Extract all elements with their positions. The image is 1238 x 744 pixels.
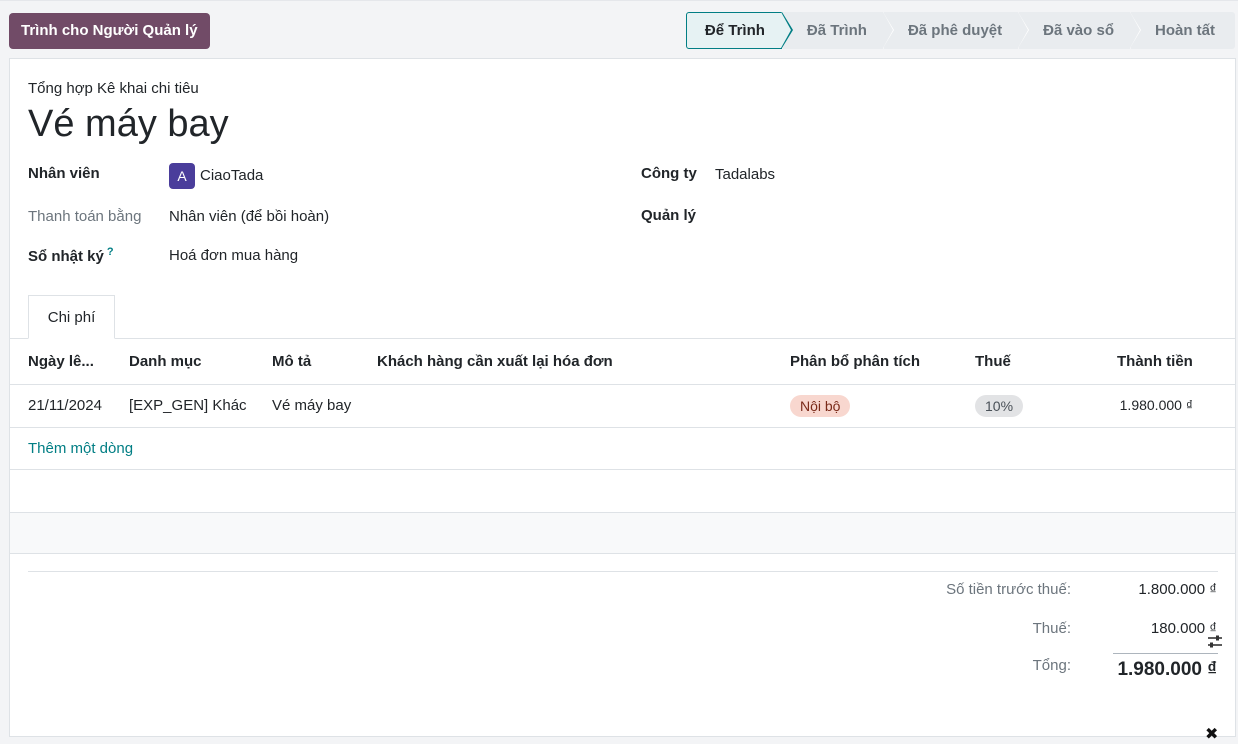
column-category[interactable]: Danh mục xyxy=(129,353,202,370)
total-amount-label: Tổng: xyxy=(1032,657,1071,674)
row-description: Vé máy bay xyxy=(272,397,352,414)
journal-label: Sổ nhật ký? xyxy=(28,246,114,265)
stage-done[interactable]: Hoàn tất xyxy=(1131,12,1235,49)
row-amount: 1.980.000 ₫ xyxy=(1119,397,1193,413)
help-icon[interactable]: ? xyxy=(107,246,114,258)
stage-approved[interactable]: Đã phê duyệt xyxy=(883,12,1030,49)
total-amount-value: 1.980.000 ₫ xyxy=(1117,659,1217,680)
empty-table-row xyxy=(10,512,1235,554)
column-customer[interactable]: Khách hàng cần xuất lại hóa đơn xyxy=(377,353,613,370)
tax-badge: 10% xyxy=(975,395,1024,417)
stage-submitted[interactable]: Đã Trình xyxy=(782,12,894,49)
total-divider xyxy=(1113,653,1218,654)
row-category: [EXP_GEN] Khác xyxy=(129,397,247,414)
analytic-tag-badge: Nội bộ xyxy=(790,395,851,417)
submit-to-manager-button[interactable]: Trình cho Người Quản lý xyxy=(9,13,210,49)
column-analytic[interactable]: Phân bổ phân tích xyxy=(790,353,920,370)
employee-label: Nhân viên xyxy=(28,165,100,182)
avatar: A xyxy=(169,163,195,189)
tax-amount-value: 180.000 ₫ xyxy=(1150,620,1217,637)
untaxed-amount-value: 1.800.000 ₫ xyxy=(1138,581,1217,598)
column-tax[interactable]: Thuế xyxy=(975,353,1011,370)
table-divider xyxy=(10,469,1235,470)
tab-expenses[interactable]: Chi phí xyxy=(28,295,115,339)
company-label: Công ty xyxy=(641,165,697,182)
column-description[interactable]: Mô tả xyxy=(272,353,311,370)
page-title[interactable]: Vé máy bay xyxy=(28,103,229,146)
tax-amount-label: Thuế: xyxy=(1032,620,1071,637)
column-total[interactable]: Thành tiền xyxy=(1117,353,1193,370)
manager-label: Quản lý xyxy=(641,207,697,224)
totals-divider xyxy=(28,571,1218,572)
company-field[interactable]: Tadalabs xyxy=(715,166,775,183)
form-sheet: Tổng hợp Kê khai chi tiêu Vé máy bay Nhâ… xyxy=(9,58,1236,743)
stage-posted[interactable]: Đã vào sổ xyxy=(1019,12,1141,49)
add-line-button[interactable]: Thêm một dòng xyxy=(28,440,133,457)
payment-mode-label: Thanh toán bằng xyxy=(28,208,142,225)
column-date[interactable]: Ngày lê... xyxy=(28,353,94,370)
status-bar: Để Trình Đã Trình Đã phê duyệt Đã vào sổ… xyxy=(685,12,1236,49)
row-date: 21/11/2024 xyxy=(28,397,102,414)
table-header: Ngày lê... Danh mục Mô tả Khách hàng cần… xyxy=(10,339,1235,648)
employee-field[interactable]: CiaoTada xyxy=(200,167,263,184)
close-icon[interactable]: ✖ xyxy=(1205,724,1218,744)
payment-mode-field[interactable]: Nhân viên (để bồi hoàn) xyxy=(169,208,329,225)
stage-draft[interactable]: Để Trình xyxy=(685,12,793,49)
control-panel: Trình cho Người Quản lý Để Trình Đã Trìn… xyxy=(0,0,1238,58)
form-subtitle: Tổng hợp Kê khai chi tiêu xyxy=(28,80,199,97)
table-row[interactable]: 21/11/2024 [EXP_GEN] Khác Vé máy bay Nội… xyxy=(10,385,1235,743)
journal-field[interactable]: Hoá đơn mua hàng xyxy=(169,247,298,264)
untaxed-amount-label: Số tiền trước thuế: xyxy=(946,581,1071,598)
